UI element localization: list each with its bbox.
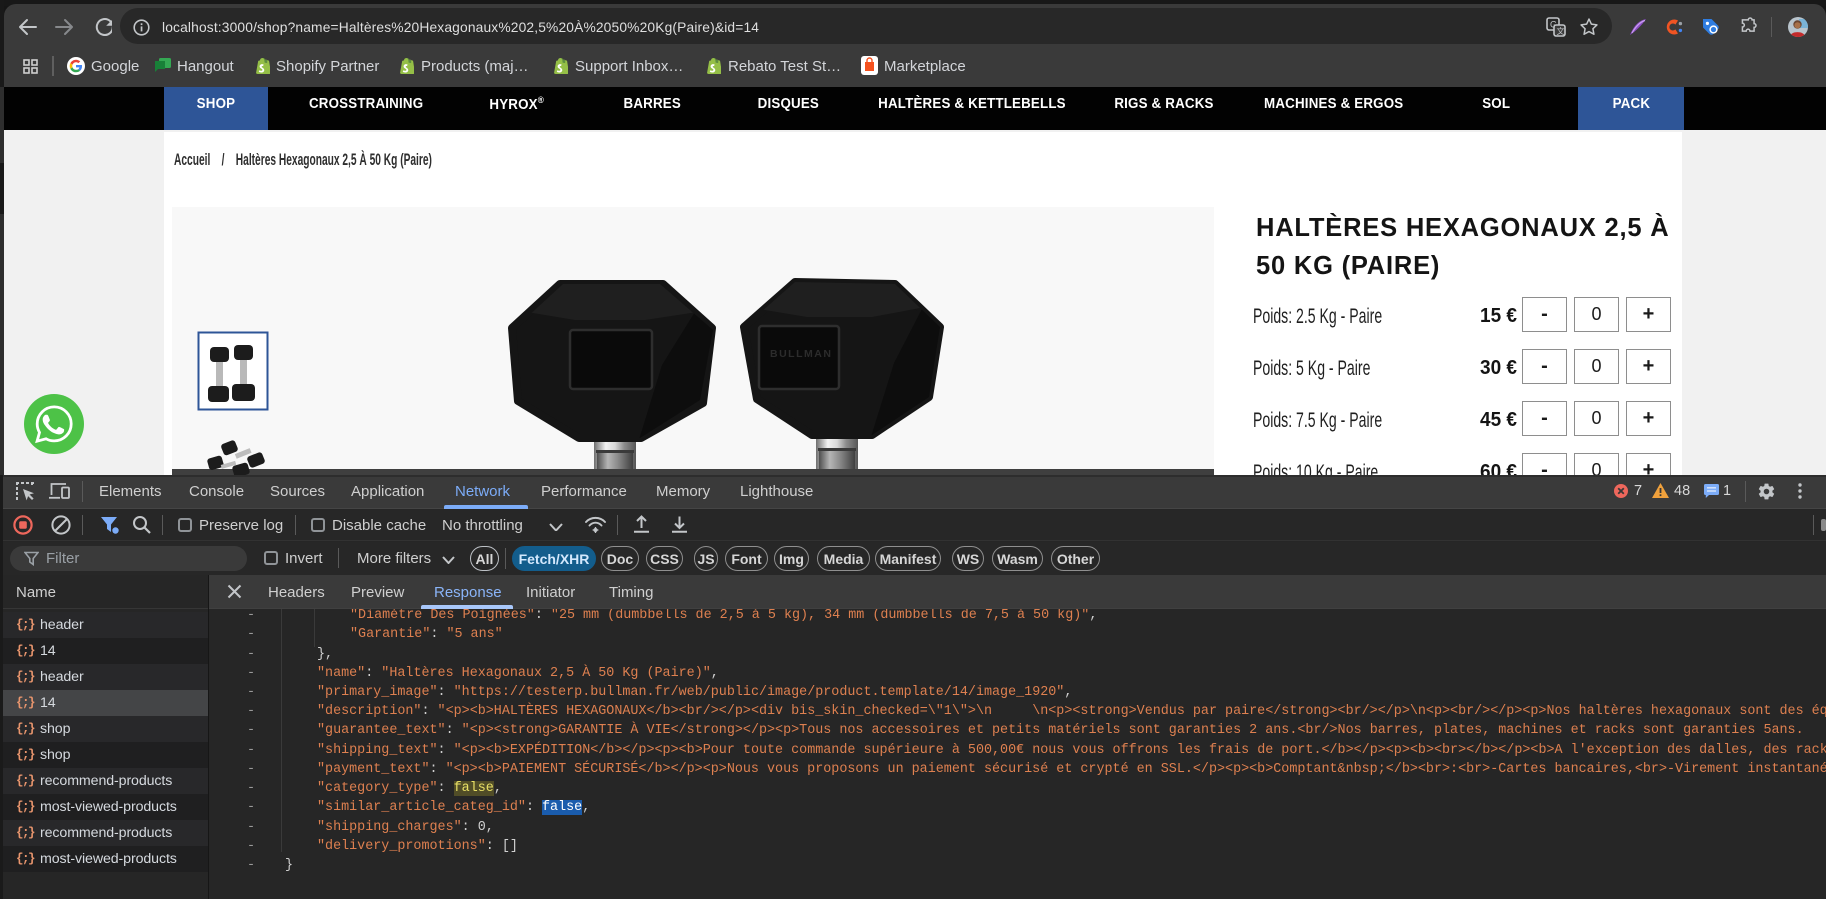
svg-text:BULLMAN: BULLMAN xyxy=(770,348,832,360)
svg-text:文: 文 xyxy=(1557,26,1565,36)
